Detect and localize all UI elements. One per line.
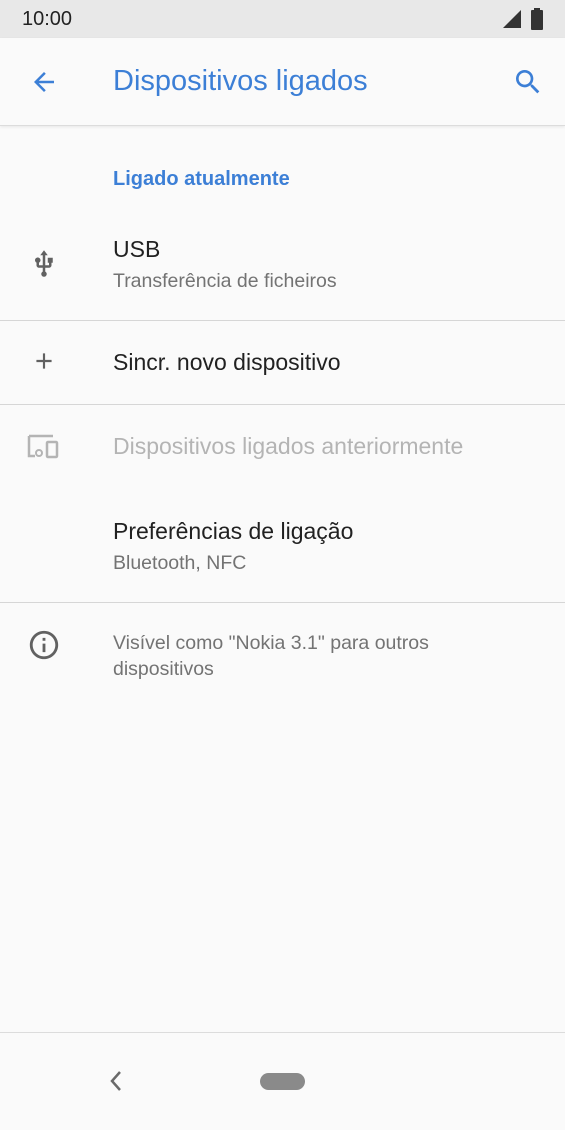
info-icon (29, 630, 59, 660)
usb-icon (35, 250, 53, 277)
connection-preferences-subtitle: Bluetooth, NFC (113, 552, 247, 574)
pair-new-device-title: Sincr. novo dispositivo (113, 349, 341, 375)
connection-preferences-row[interactable]: Preferências de ligação Bluetooth, NFC (0, 492, 565, 602)
plus-icon-wrap (22, 339, 66, 383)
usb-row[interactable]: USB Transferência de ficheiros (0, 220, 565, 320)
battery-icon (531, 8, 543, 30)
arrow-back-icon (34, 72, 54, 92)
previously-connected-title: Dispositivos ligados anteriormente (113, 433, 464, 459)
usb-icon-wrap (22, 242, 66, 286)
plus-icon (36, 353, 52, 369)
search-icon (516, 70, 540, 94)
chevron-left-icon (110, 1071, 121, 1091)
app-bar: Dispositivos ligados (0, 38, 565, 126)
status-icons (501, 8, 543, 30)
page-title: Dispositivos ligados (113, 65, 368, 97)
devices-icon-wrap (22, 425, 66, 469)
signal-icon (503, 10, 521, 28)
nav-back-button[interactable] (104, 1067, 128, 1095)
devices-icon (27, 434, 59, 459)
back-button[interactable] (24, 62, 64, 102)
nav-home-button[interactable] (260, 1073, 305, 1090)
status-time: 10:00 (22, 7, 73, 30)
info-icon-wrap (22, 623, 66, 667)
connection-preferences-title: Preferências de ligação (113, 518, 354, 544)
previously-connected-row: Dispositivos ligados anteriormente (0, 405, 565, 490)
search-button[interactable] (506, 62, 550, 102)
navigation-bar (0, 1032, 565, 1130)
status-bar: 10:00 (0, 0, 565, 38)
section-header: Ligado atualmente (113, 168, 290, 190)
usb-subtitle: Transferência de ficheiros (113, 270, 337, 292)
pair-new-device-row[interactable]: Sincr. novo dispositivo (0, 321, 565, 404)
info-text: Visível como "Nokia 3.1" para outros dis… (113, 632, 429, 680)
usb-title: USB (113, 236, 161, 262)
